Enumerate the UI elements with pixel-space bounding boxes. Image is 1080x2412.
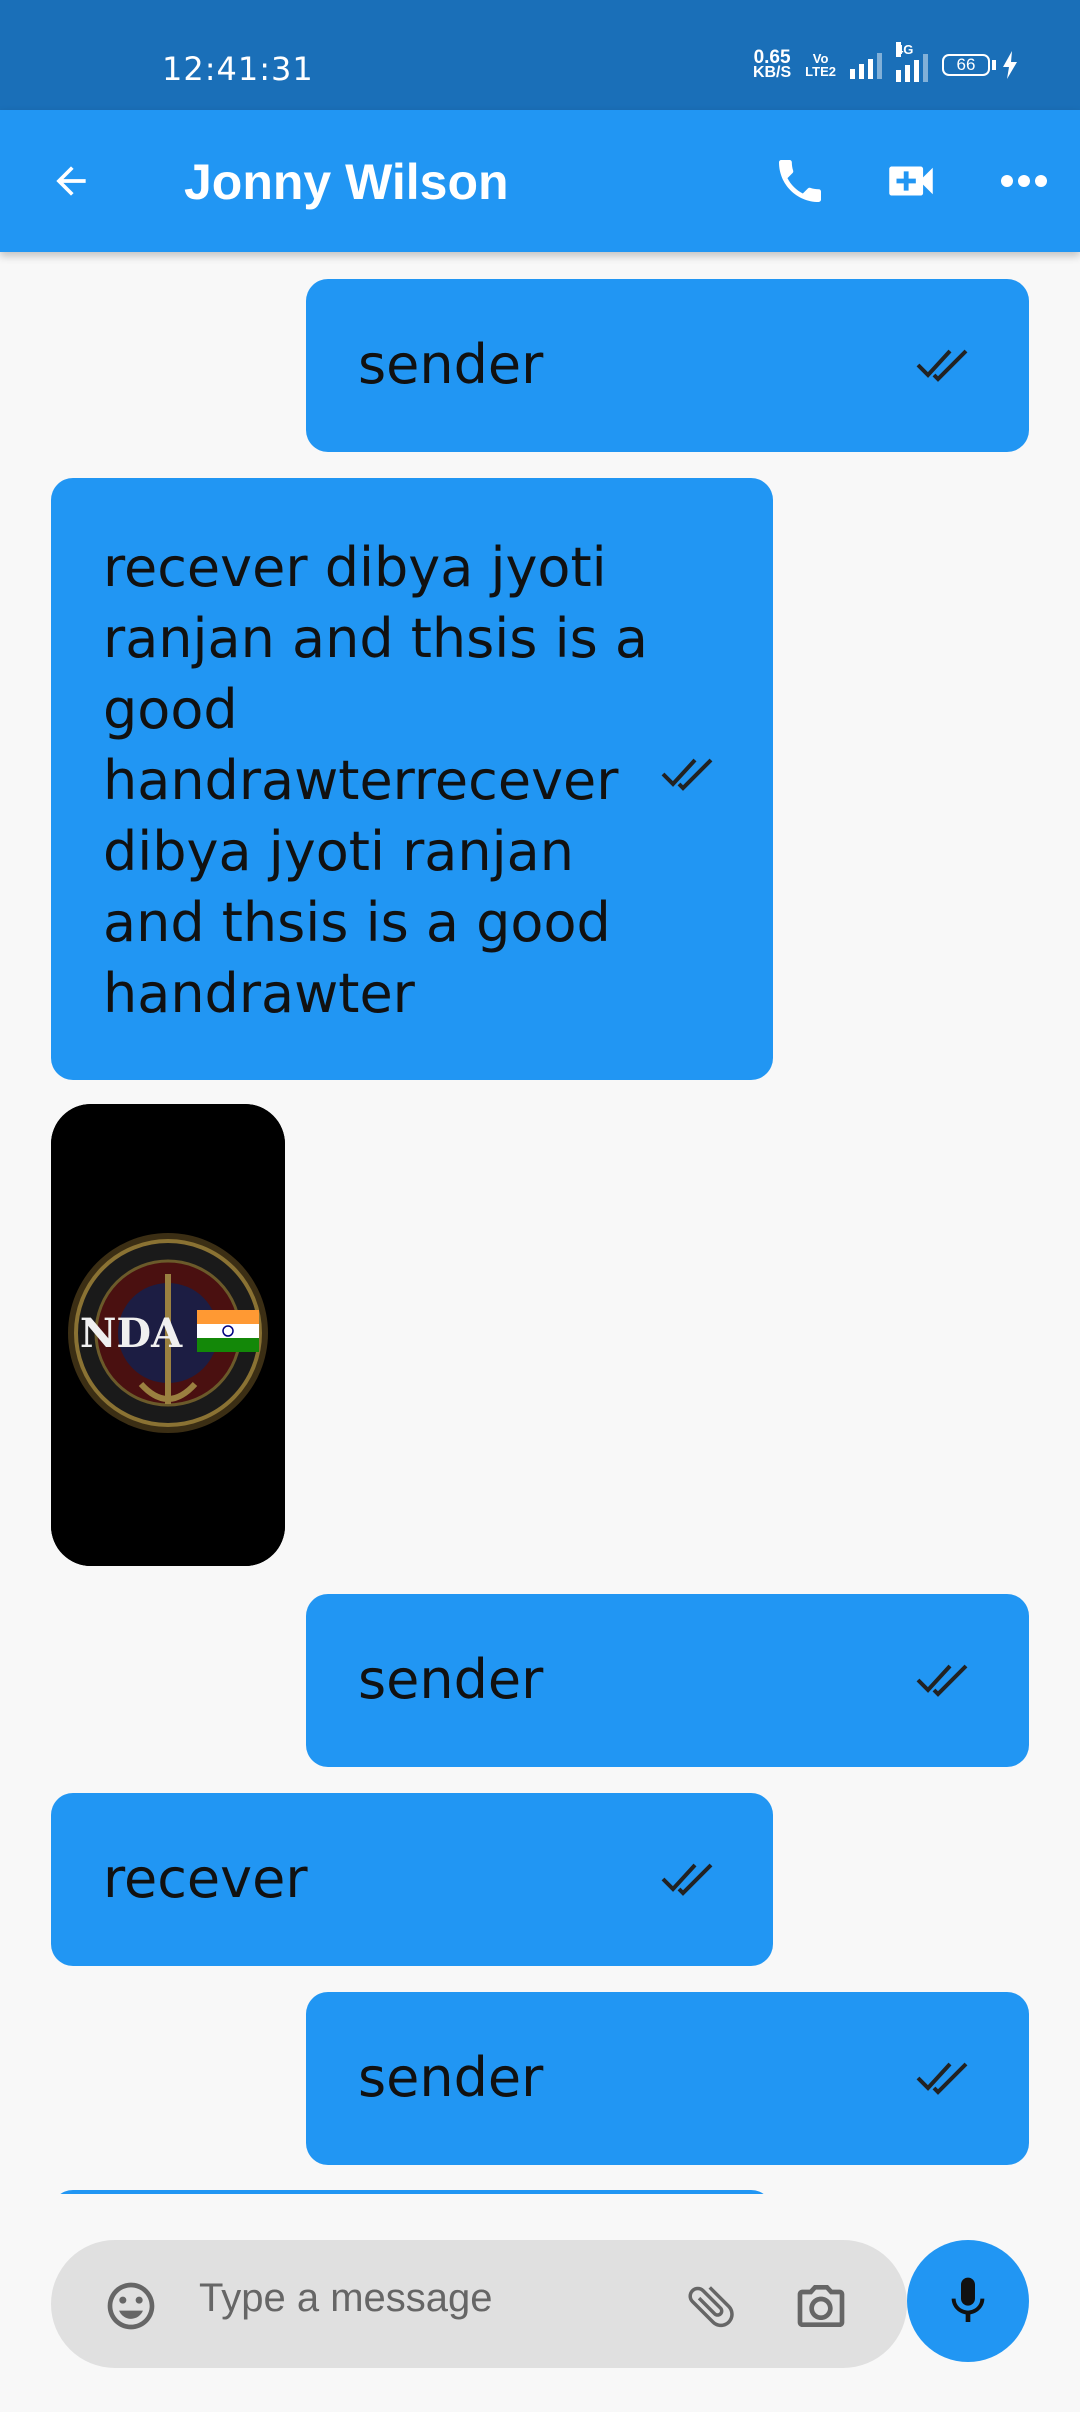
network-tag: 4G (896, 42, 914, 57)
message-input[interactable]: Type a message (199, 2276, 493, 2321)
network-speed: 0.65 KB/S (752, 47, 792, 81)
double-check-icon (661, 1863, 713, 1896)
nda-emblem-image: NDA (51, 1104, 285, 1566)
battery-icon: 66 (942, 51, 1018, 79)
signal-icon (850, 51, 882, 79)
double-check-icon (916, 1664, 968, 1697)
message-text-multiline: recever dibya jyoti ranjan and thsis is … (103, 532, 648, 1029)
attach-icon (688, 2286, 734, 2328)
message-line: recever dibya jyoti (103, 536, 607, 599)
attach-button[interactable] (681, 2276, 741, 2336)
message-line: handrawterrecever (103, 749, 619, 812)
message-line: handrawter (103, 962, 415, 1025)
double-check-icon (661, 758, 713, 791)
message-line: and thsis is a good (103, 891, 611, 954)
mic-icon (951, 2277, 985, 2322)
status-bar: 12:41:31 0.65 KB/S Vo LTE2 4G 66 (0, 0, 1080, 110)
more-button[interactable] (989, 146, 1059, 216)
battery-level: 66 (942, 54, 990, 76)
message-bubble-partial[interactable] (51, 2190, 773, 2194)
camera-button[interactable] (791, 2276, 851, 2336)
message-line: ranjan and thsis is a (103, 607, 648, 670)
video-call-button[interactable] (876, 146, 946, 216)
message-bubble-sent[interactable]: sender (306, 279, 1029, 452)
signal-4g-icon: 4G (896, 42, 928, 82)
back-arrow-icon (56, 166, 86, 196)
network-speed-unit: KB/S (752, 64, 792, 81)
message-bubble-received[interactable]: recever (51, 1793, 773, 1966)
message-line: good (103, 678, 238, 741)
emoji-icon (107, 2282, 155, 2330)
double-check-icon (916, 2062, 968, 2095)
charging-icon (1003, 51, 1017, 79)
volte-indicator: Vo LTE2 (805, 52, 836, 78)
status-icons: 0.65 KB/S Vo LTE2 4G 66 (752, 42, 1018, 82)
call-button[interactable] (765, 146, 835, 216)
message-line: dibya jyoti ranjan (103, 820, 574, 883)
phone-icon (779, 160, 821, 202)
message-bubble-received[interactable]: recever dibya jyoti ranjan and thsis is … (51, 478, 773, 1080)
message-bubble-sent[interactable]: sender (306, 1992, 1029, 2165)
message-text: recever (103, 1847, 308, 1910)
camera-icon (797, 2285, 845, 2327)
image-text: NDA (80, 1310, 183, 1357)
mic-button[interactable] (907, 2240, 1029, 2362)
network-speed-value: 0.65 (753, 47, 791, 68)
volte-bottom: LTE2 (805, 64, 836, 79)
status-time: 12:41:31 (162, 50, 314, 88)
emoji-button[interactable] (101, 2276, 161, 2336)
app-bar: Jonny Wilson (0, 110, 1080, 252)
message-text: sender (358, 333, 544, 396)
image-message[interactable]: NDA (51, 1104, 285, 1566)
message-text: sender (358, 2046, 544, 2109)
message-bubble-sent[interactable]: sender (306, 1594, 1029, 1767)
message-composer[interactable]: Type a message (51, 2240, 907, 2368)
back-button[interactable] (40, 150, 102, 212)
double-check-icon (916, 349, 968, 382)
contact-name[interactable]: Jonny Wilson (184, 154, 509, 210)
message-text: sender (358, 1648, 544, 1711)
more-icon (1001, 175, 1047, 187)
chat-area[interactable]: sender recever dibya jyoti ranjan and th… (0, 252, 1080, 2194)
video-call-icon (889, 166, 933, 196)
